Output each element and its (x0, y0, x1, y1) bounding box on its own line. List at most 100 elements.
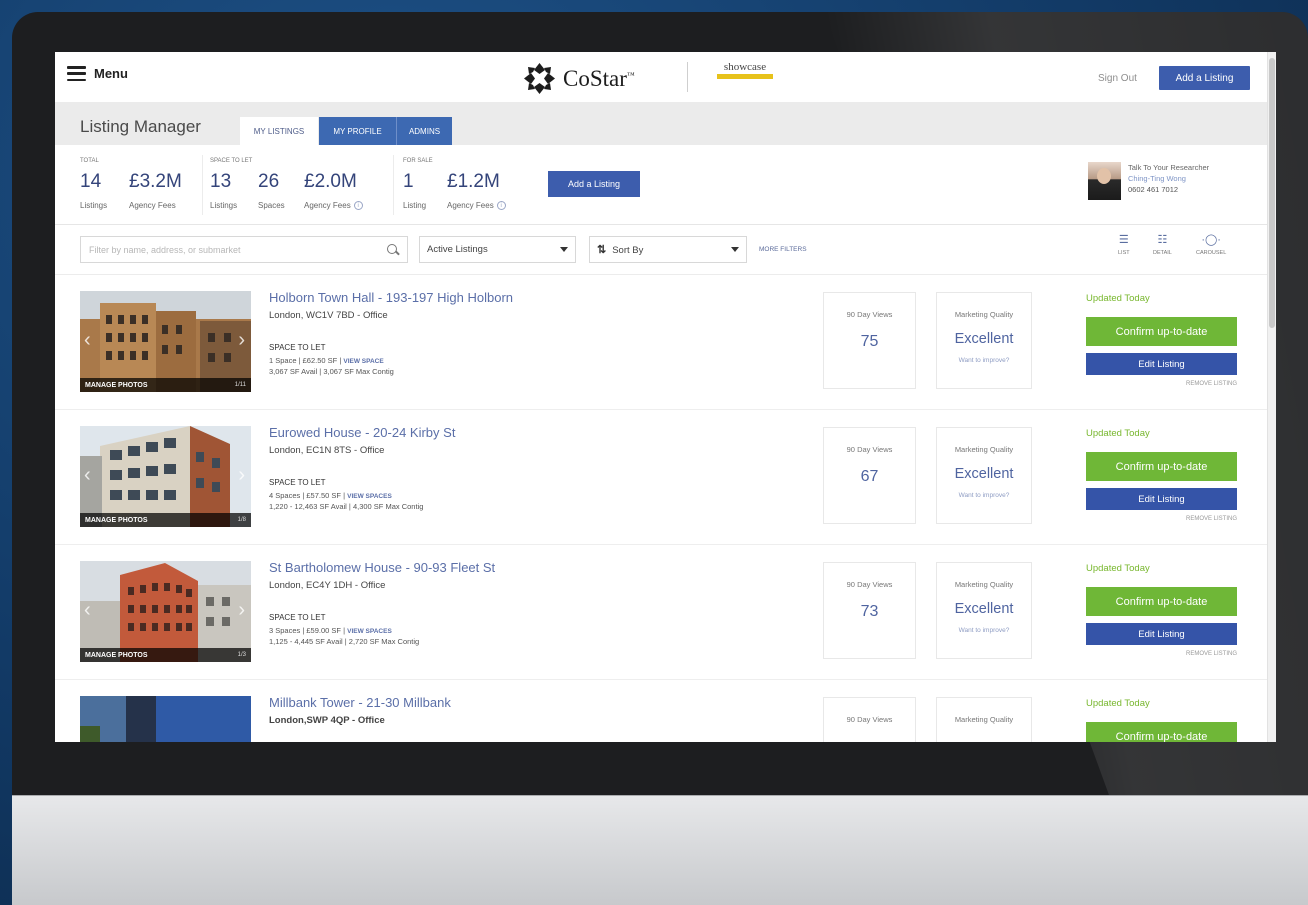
chevron-right-icon[interactable]: › (238, 464, 245, 487)
view-spaces-link[interactable]: VIEW SPACES (347, 628, 392, 635)
edit-listing-button[interactable]: Edit Listing (1086, 353, 1237, 375)
view-option-label: DETAIL (1153, 250, 1172, 256)
updated-status: Updated Today (1086, 563, 1150, 574)
listing-title[interactable]: Millbank Tower - 21-30 Millbank (269, 695, 451, 710)
view-option-list[interactable]: ☰ LIST (1118, 234, 1130, 256)
costar-logo-icon (524, 63, 555, 94)
chevron-right-icon[interactable]: › (238, 599, 245, 622)
listing-title[interactable]: Eurowed House - 20-24 Kirby St (269, 425, 455, 440)
views-label: 90 Day Views (846, 310, 893, 319)
remove-listing-link[interactable]: REMOVE LISTING (1186, 516, 1237, 522)
remove-listing-link[interactable]: REMOVE LISTING (1186, 381, 1237, 387)
improve-link[interactable]: Want to improve? (937, 627, 1031, 634)
add-listing-button-secondary[interactable]: Add a Listing (548, 171, 640, 197)
list-view-icon: ☰ (1118, 234, 1129, 246)
chevron-left-icon[interactable]: ‹ (84, 464, 91, 487)
updated-status: Updated Today (1086, 428, 1150, 439)
showcase-bar (717, 74, 773, 79)
building-photo (80, 696, 251, 742)
views-count: 67 (860, 468, 879, 485)
search-icon[interactable] (387, 243, 399, 256)
spaces-line: 4 Spaces | £57.50 SF | VIEW SPACES (269, 491, 392, 500)
view-spaces-link[interactable]: VIEW SPACES (347, 493, 392, 500)
menu-button[interactable]: Menu (67, 66, 128, 81)
updated-status: Updated Today (1086, 293, 1150, 304)
status-select[interactable]: Active Listings (419, 236, 576, 263)
chevron-down-icon (731, 247, 739, 252)
confirm-up-to-date-button[interactable]: Confirm up-to-date (1086, 722, 1237, 742)
info-icon[interactable]: i (496, 201, 506, 210)
quality-label: Marketing Quality (954, 580, 1014, 589)
quality-card: Marketing Quality Excellent Want to impr… (936, 562, 1032, 659)
spaces-line: 1 Space | £62.50 SF | VIEW SPACE (269, 356, 384, 365)
confirm-up-to-date-button[interactable]: Confirm up-to-date (1086, 452, 1237, 481)
logo-divider (687, 62, 688, 92)
listing-photo[interactable]: ‹ › MANAGE PHOTOS 1/11 (80, 291, 251, 392)
page-title: Listing Manager (80, 117, 201, 136)
sign-out-link[interactable]: Sign Out (1098, 73, 1137, 84)
remove-listing-link[interactable]: REMOVE LISTING (1186, 651, 1237, 657)
view-option-detail[interactable]: ☷ DETAIL (1153, 234, 1172, 256)
listing-subtitle: London, WC1V 7BD - Office (269, 310, 388, 321)
views-label: 90 Day Views (846, 580, 893, 589)
sort-select[interactable]: ⇅ Sort By (589, 236, 747, 263)
chevron-left-icon[interactable]: ‹ (84, 329, 91, 352)
sort-select-label: ⇅ Sort By (597, 244, 644, 256)
view-option-carousel[interactable]: ·◯· CAROUSEL (1196, 234, 1226, 256)
edit-listing-button[interactable]: Edit Listing (1086, 623, 1237, 645)
search-input[interactable] (89, 244, 387, 255)
space-heading: SPACE TO LET (269, 478, 326, 487)
showcase-logo[interactable]: showcase (715, 61, 775, 95)
edit-listing-button[interactable]: Edit Listing (1086, 488, 1237, 510)
photo-caption-bar: MANAGE PHOTOS 1/8 (80, 513, 251, 527)
photo-caption-bar: MANAGE PHOTOS 1/11 (80, 378, 251, 392)
stat-total-label: TOTAL (80, 158, 99, 164)
listing-title[interactable]: Holborn Town Hall - 193-197 High Holborn (269, 290, 513, 305)
listing-photo[interactable] (80, 696, 251, 742)
researcher-text: Talk To Your Researcher Ching-Ting Wong … (1128, 162, 1209, 200)
confirm-up-to-date-button[interactable]: Confirm up-to-date (1086, 317, 1237, 346)
view-space-link[interactable]: VIEW SPACE (343, 358, 383, 365)
quality-rating: Excellent (954, 331, 1014, 347)
monitor-chin (12, 795, 1308, 905)
chevron-down-icon (560, 247, 568, 252)
listing-row: Millbank Tower - 21-30 Millbank London,S… (55, 680, 1267, 742)
listing-photo[interactable]: ‹ › MANAGE PHOTOS 1/8 (80, 426, 251, 527)
manage-photos-link[interactable]: MANAGE PHOTOS (85, 652, 148, 659)
stat-sale-listings: 1 (403, 171, 414, 192)
listing-photo[interactable]: ‹ › MANAGE PHOTOS 1/3 (80, 561, 251, 662)
quality-card: Marketing Quality Excellent Want to impr… (936, 292, 1032, 389)
quality-label: Marketing Quality (954, 445, 1014, 454)
listing-title[interactable]: St Bartholomew House - 90-93 Fleet St (269, 560, 495, 575)
stat-separator (202, 155, 203, 215)
avatar (1088, 162, 1121, 200)
researcher-name[interactable]: Ching-Ting Wong (1128, 173, 1209, 184)
more-filters-link[interactable]: MORE FILTERS (759, 246, 807, 253)
quality-label: Marketing Quality (954, 310, 1014, 319)
showcase-text: showcase (723, 61, 767, 73)
researcher-title: Talk To Your Researcher (1128, 163, 1210, 172)
views-card: 90 Day Views 75 (823, 292, 916, 389)
info-icon[interactable]: i (353, 201, 363, 210)
chevron-right-icon[interactable]: › (238, 329, 245, 352)
researcher-contact: Talk To Your Researcher Ching-Ting Wong … (1088, 162, 1209, 200)
scrollbar[interactable] (1267, 52, 1276, 742)
add-listing-button[interactable]: Add a Listing (1159, 66, 1250, 90)
photo-count: 1/8 (237, 517, 246, 523)
confirm-up-to-date-button[interactable]: Confirm up-to-date (1086, 587, 1237, 616)
manage-photos-link[interactable]: MANAGE PHOTOS (85, 517, 148, 524)
tab-my-listings[interactable]: MY LISTINGS (240, 117, 318, 145)
stat-let-fees: £2.0M (304, 171, 357, 192)
improve-link[interactable]: Want to improve? (937, 492, 1031, 499)
costar-logo[interactable]: CoStar™ (523, 62, 635, 95)
views-count: 75 (860, 333, 879, 350)
listing-subtitle: London, EC4Y 1DH - Office (269, 580, 386, 591)
carousel-view-icon: ·◯· (1201, 234, 1221, 246)
manage-photos-link[interactable]: MANAGE PHOTOS (85, 382, 148, 389)
improve-link[interactable]: Want to improve? (937, 357, 1031, 364)
scrollbar-thumb[interactable] (1269, 58, 1275, 328)
chevron-left-icon[interactable]: ‹ (84, 599, 91, 622)
logo-text: CoStar™ (563, 65, 635, 91)
tab-my-profile[interactable]: MY PROFILE (319, 117, 396, 145)
tab-admins[interactable]: ADMINS (396, 117, 452, 145)
